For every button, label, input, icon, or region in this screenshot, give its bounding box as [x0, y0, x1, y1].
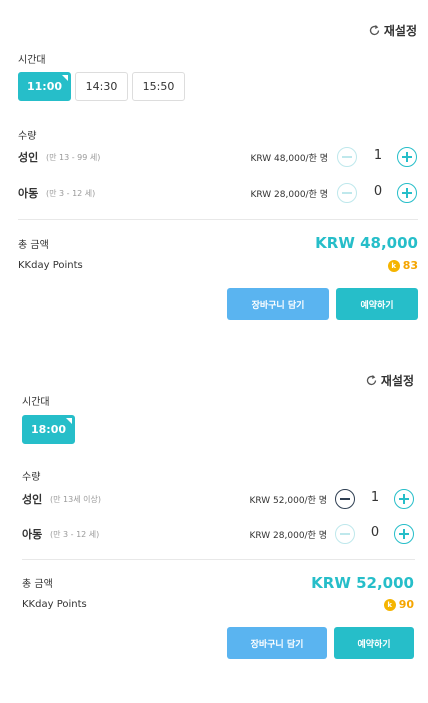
quantity-row-child: 아동 (만 3 - 12 세) KRW 28,000/한 명 0 [0, 181, 428, 205]
ticket-price: KRW 48,000/한 명 [250, 154, 329, 164]
quantity-row-adult: 성인 (만 13세 이상) KRW 52,000/한 명 1 [0, 487, 428, 511]
refresh-icon [369, 25, 380, 36]
add-to-cart-button[interactable]: 장바구니 담기 [227, 627, 327, 659]
minus-icon [340, 533, 350, 535]
points-display: k 90 [383, 598, 414, 611]
reset-label: 재설정 [380, 374, 414, 388]
total-amount: KRW 52,000 [311, 574, 414, 592]
minus-icon [340, 498, 350, 500]
minus-icon [342, 192, 352, 194]
decrease-button[interactable] [337, 183, 357, 203]
divider [22, 559, 415, 560]
increase-button[interactable] [397, 183, 417, 203]
quantity-row-adult: 성인 (만 13 - 99 세) KRW 48,000/한 명 1 [0, 145, 428, 169]
quantity-value: 1 [370, 490, 380, 505]
increase-button[interactable] [397, 147, 417, 167]
decrease-button[interactable] [337, 147, 357, 167]
reset-button[interactable]: 재설정 [368, 22, 417, 39]
ticket-price: KRW 28,000/한 명 [249, 531, 328, 541]
add-to-cart-button[interactable]: 장바구니 담기 [227, 288, 329, 320]
total-label: 총 금액 [18, 240, 49, 251]
time-slot-1800[interactable]: 18:00 [22, 415, 75, 444]
minus-icon [342, 156, 352, 158]
ticket-age-range: (만 13세 이상) [50, 495, 101, 504]
points-value: 90 [398, 598, 414, 611]
kkday-coin-icon: k [387, 259, 400, 272]
quantity-label: 수량 [22, 472, 41, 483]
ticket-age-range: (만 3 - 12 세) [50, 530, 100, 539]
quantity-value: 0 [373, 184, 383, 199]
book-now-button[interactable]: 예약하기 [336, 288, 418, 320]
total-label: 총 금액 [22, 579, 53, 590]
ticket-type-label: 성인 [22, 493, 43, 506]
decrease-button[interactable] [335, 524, 355, 544]
increase-button[interactable] [394, 524, 414, 544]
ticket-price: KRW 28,000/한 명 [250, 190, 329, 200]
points-display: k 83 [387, 259, 418, 272]
ticket-price: KRW 52,000/한 명 [249, 496, 328, 506]
refresh-icon [366, 375, 377, 386]
reset-label: 재설정 [383, 24, 417, 38]
time-slot-1550[interactable]: 15:50 [132, 72, 185, 101]
quantity-value: 0 [370, 525, 380, 540]
points-label: KKday Points [22, 599, 87, 610]
time-slot-1430[interactable]: 14:30 [75, 72, 128, 101]
ticket-type-label: 성인 [18, 151, 39, 164]
divider [18, 219, 418, 220]
time-slot-1100[interactable]: 11:00 [18, 72, 71, 101]
book-now-button[interactable]: 예약하기 [334, 627, 414, 659]
quantity-label: 수량 [18, 131, 37, 142]
quantity-value: 1 [373, 148, 383, 163]
reset-button[interactable]: 재설정 [365, 372, 414, 389]
increase-button[interactable] [394, 489, 414, 509]
total-amount: KRW 48,000 [315, 234, 418, 252]
kkday-coin-icon: k [383, 598, 396, 611]
time-slot-label: 시간대 [22, 397, 50, 408]
time-slot-label: 시간대 [18, 55, 46, 66]
ticket-type-label: 아동 [22, 528, 43, 541]
points-value: 83 [402, 259, 418, 272]
decrease-button[interactable] [335, 489, 355, 509]
ticket-type-label: 아동 [18, 187, 39, 200]
quantity-row-child: 아동 (만 3 - 12 세) KRW 28,000/한 명 0 [0, 522, 428, 546]
ticket-age-range: (만 13 - 99 세) [46, 153, 101, 162]
points-label: KKday Points [18, 260, 83, 271]
ticket-age-range: (만 3 - 12 세) [46, 189, 96, 198]
